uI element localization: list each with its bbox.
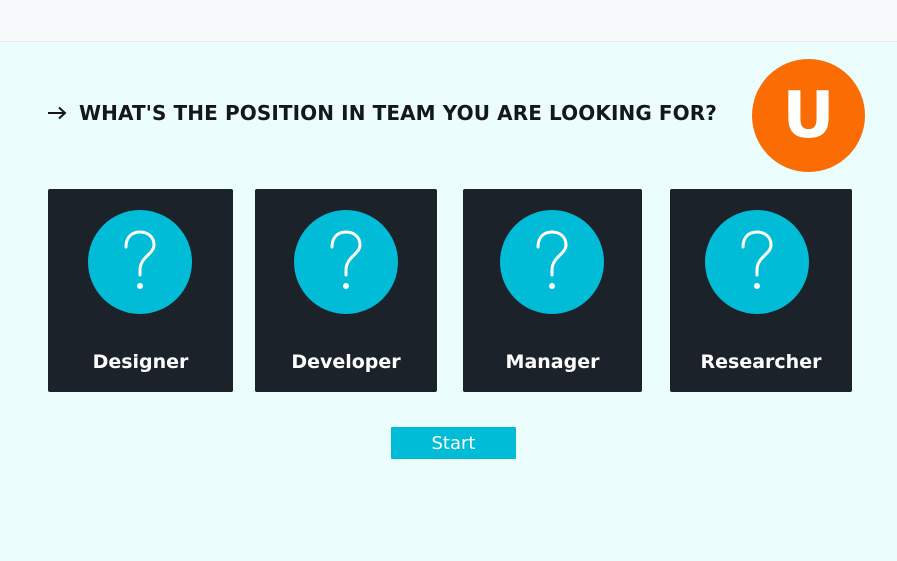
start-button[interactable]: Start <box>391 427 516 459</box>
role-label: Manager <box>505 351 600 373</box>
question-mark-icon <box>88 210 192 314</box>
role-card-researcher[interactable]: Researcher <box>670 189 852 392</box>
role-card-manager[interactable]: Manager <box>463 189 642 392</box>
question-mark-icon <box>294 210 398 314</box>
role-card-developer[interactable]: Developer <box>255 189 437 392</box>
question-text: WHAT'S THE POSITION IN TEAM YOU ARE LOOK… <box>79 101 717 125</box>
role-label: Developer <box>291 351 401 373</box>
role-label: Researcher <box>700 351 822 373</box>
avatar[interactable]: U <box>752 59 865 172</box>
question-mark-icon <box>705 210 809 314</box>
top-bar <box>0 0 897 42</box>
role-label: Designer <box>92 351 189 373</box>
question-heading: WHAT'S THE POSITION IN TEAM YOU ARE LOOK… <box>47 101 717 125</box>
avatar-letter: U <box>782 78 835 153</box>
role-card-designer[interactable]: Designer <box>48 189 233 392</box>
arrow-right-icon <box>48 106 67 120</box>
question-mark-icon <box>500 210 604 314</box>
